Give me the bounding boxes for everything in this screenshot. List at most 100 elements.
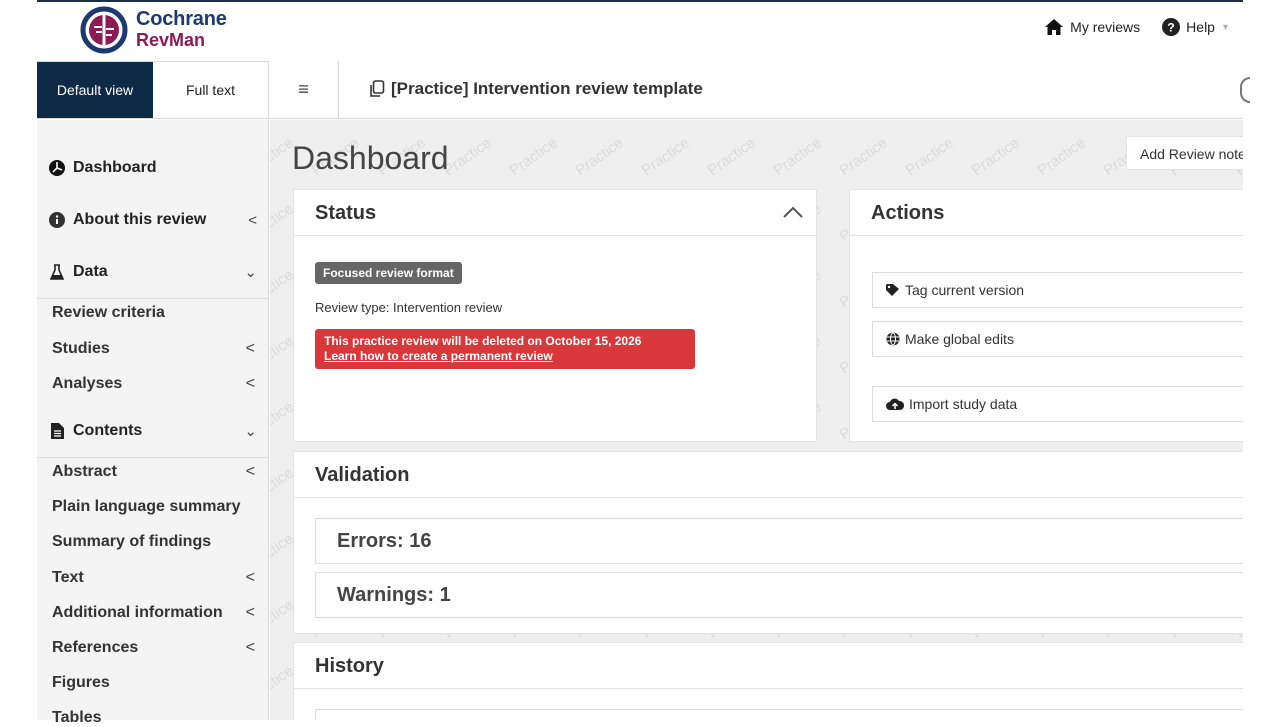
watermark-text: Practice: [969, 134, 1023, 179]
sidebar-item-data[interactable]: Data ⌄: [37, 259, 269, 285]
status-card-header: Status: [294, 190, 816, 236]
sidebar-item-review-criteria[interactable]: Review criteria: [37, 304, 269, 322]
sidebar-label-contents: Contents: [73, 422, 143, 439]
sidebar-item-contents[interactable]: Contents ⌄: [37, 418, 269, 444]
global-edits-button[interactable]: Make global edits: [872, 321, 1243, 357]
copy-icon: [370, 80, 385, 97]
sidebar-label-abstract: Abstract: [52, 463, 117, 480]
watermark-text: Practice: [639, 134, 693, 179]
sidebar-item-summary-of-findings[interactable]: Summary of findings: [37, 533, 269, 551]
sidebar-item-figures[interactable]: Figures: [37, 674, 269, 692]
sidebar-label-analyses: Analyses: [52, 375, 123, 392]
history-entry[interactable]: [315, 709, 1243, 720]
chevron-left-icon: <: [248, 211, 257, 229]
chevron-left-icon: <: [245, 375, 255, 392]
flask-icon: [49, 264, 65, 280]
sidebar-label-references: References: [52, 639, 139, 656]
review-format-badge: Focused review format: [315, 262, 462, 284]
sidebar-label-additional-information: Additional information: [52, 604, 223, 621]
practice-deletion-alert: This practice review will be deleted on …: [315, 329, 695, 369]
chevron-left-icon: <: [245, 340, 255, 357]
watermark-text: Practice: [573, 134, 627, 179]
sidebar-item-abstract[interactable]: Abstract <: [37, 463, 269, 481]
review-title-text: [Practice] Intervention review template: [391, 79, 703, 98]
chevron-down-icon: ▾: [1222, 21, 1228, 33]
chevron-left-icon: <: [245, 569, 255, 586]
brand-name: Cochrane: [136, 8, 227, 30]
validation-card: Validation Errors: 16 Warnings: 1: [293, 451, 1243, 634]
actions-card-header: Actions: [850, 190, 1243, 236]
errors-summary[interactable]: Errors: 16: [315, 518, 1243, 564]
sidebar-item-references[interactable]: References <: [37, 639, 269, 657]
status-card: Status Focused review format Review type…: [293, 189, 817, 442]
validation-card-title: Validation: [315, 464, 410, 486]
help-menu[interactable]: ? Help ▾: [1162, 18, 1228, 36]
sidebar-divider: [37, 298, 269, 299]
cloud-upload-icon: [886, 398, 904, 410]
chevron-down-icon: ⌄: [244, 423, 257, 440]
sidebar-label-data: Data: [73, 263, 108, 280]
sidebar-item-studies[interactable]: Studies <: [37, 340, 269, 358]
sidebar-item-about[interactable]: About this review <: [37, 207, 269, 233]
review-type-text: Review type: Intervention review: [315, 300, 503, 315]
chevron-down-icon: ⌄: [244, 264, 257, 281]
hamburger-icon: ≡: [298, 79, 309, 99]
tab-full-text[interactable]: Full text: [153, 62, 268, 118]
my-reviews-label: My reviews: [1070, 19, 1141, 35]
add-review-note-button[interactable]: Add Review note: [1126, 136, 1243, 170]
import-study-data-label: Import study data: [909, 396, 1018, 412]
chevron-left-icon: <: [245, 639, 255, 656]
watermark-text: Practice: [441, 134, 495, 179]
cochrane-logo-icon: [80, 6, 128, 54]
app-header: Cochrane RevMan My reviews ? Help ▾: [0, 0, 1280, 60]
sidebar-label-text: Text: [52, 569, 84, 586]
help-icon: ?: [1162, 18, 1181, 36]
sidebar-item-tables[interactable]: Tables: [37, 709, 269, 727]
tag-version-button[interactable]: Tag current version: [872, 272, 1243, 308]
dashboard-icon: [49, 160, 65, 176]
review-toolbar: ≡ [Practice] Intervention review templat…: [269, 61, 1250, 119]
watermark-text: Practice: [507, 134, 561, 179]
review-title: [Practice] Intervention review template: [369, 79, 703, 99]
sidebar-item-dashboard[interactable]: Dashboard: [37, 155, 269, 181]
svg-text:?: ?: [1168, 21, 1175, 35]
alert-message: This practice review will be deleted on …: [324, 334, 642, 348]
sidebar-item-plain-language-summary[interactable]: Plain language summary: [37, 498, 269, 516]
tag-icon: [886, 284, 899, 296]
top-navigation: My reviews ? Help ▾: [1044, 18, 1228, 36]
chevron-up-icon[interactable]: [782, 205, 804, 219]
sidebar-item-analyses[interactable]: Analyses <: [37, 375, 269, 393]
history-card-title: History: [315, 655, 384, 677]
watermark-text: Practice: [837, 134, 891, 179]
sidebar-label-about: About this review: [73, 211, 207, 228]
watermark-text: Practice: [705, 134, 759, 179]
watermark-text: Practice: [771, 134, 825, 179]
tab-default-view[interactable]: Default view: [37, 62, 153, 118]
review-sidebar: Dashboard About this review < Data ⌄ Rev…: [37, 120, 269, 726]
validation-card-header: Validation: [294, 452, 1243, 498]
history-card: History: [293, 642, 1243, 720]
history-card-header: History: [294, 643, 1243, 689]
menu-toggle-button[interactable]: ≡: [269, 61, 339, 118]
home-icon: [1045, 19, 1064, 35]
help-label: Help: [1186, 19, 1215, 35]
watermark-text: Practice: [1035, 134, 1089, 179]
user-avatar-icon[interactable]: [1240, 77, 1250, 103]
chevron-left-icon: <: [245, 463, 255, 480]
sidebar-item-additional-information[interactable]: Additional information <: [37, 604, 269, 622]
actions-card-title: Actions: [871, 202, 945, 224]
import-study-data-button[interactable]: Import study data: [872, 386, 1243, 422]
permanent-review-link[interactable]: Learn how to create a permanent review: [324, 349, 686, 364]
cochrane-logo[interactable]: Cochrane RevMan: [80, 6, 240, 54]
info-icon: [49, 212, 65, 228]
global-edits-label: Make global edits: [905, 331, 1014, 347]
actions-card: Actions Tag current version Make global …: [849, 189, 1243, 442]
page-title: Dashboard: [292, 140, 449, 176]
sidebar-label-studies: Studies: [52, 340, 110, 357]
warnings-summary[interactable]: Warnings: 1: [315, 572, 1243, 618]
view-toggle: Default view Full text: [37, 61, 269, 119]
my-reviews-link[interactable]: My reviews: [1044, 18, 1140, 36]
sidebar-item-text[interactable]: Text <: [37, 569, 269, 587]
globe-icon: [886, 332, 900, 346]
watermark-text: Practice: [903, 134, 957, 179]
